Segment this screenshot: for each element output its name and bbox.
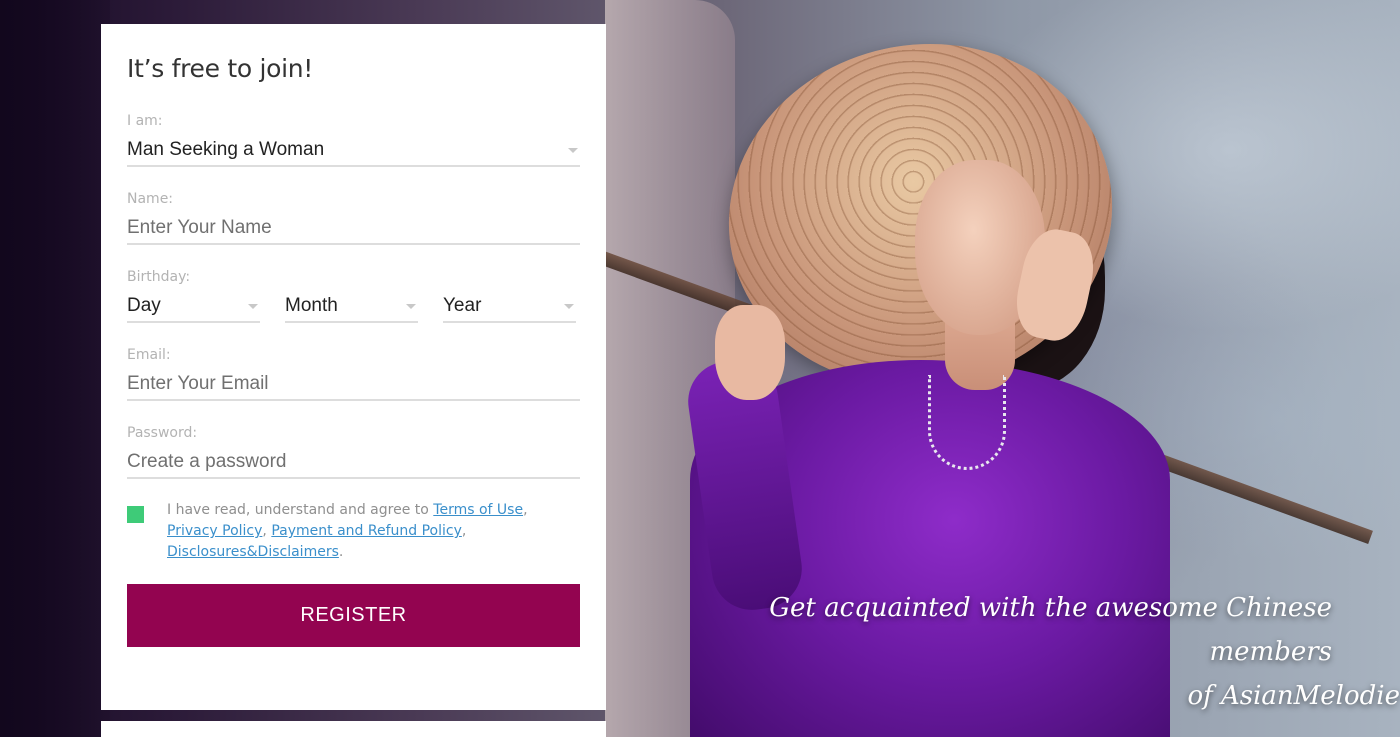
month-select[interactable]: Month <box>285 291 418 323</box>
privacy-policy-link[interactable]: Privacy Policy <box>167 523 262 539</box>
email-label: Email: <box>127 347 171 363</box>
name-label: Name: <box>127 191 174 207</box>
birthday-label: Birthday: <box>127 269 191 285</box>
password-field: Password: <box>127 425 580 479</box>
terms-row: I have read, understand and agree to Ter… <box>127 500 580 563</box>
birthday-field: Birthday: Day Month Year <box>127 269 580 323</box>
year-select-value: Year <box>443 295 482 316</box>
name-field: Name: <box>127 191 580 245</box>
register-button[interactable]: REGISTER <box>127 584 580 647</box>
month-select-value: Month <box>285 295 338 316</box>
password-input[interactable] <box>127 451 580 473</box>
email-input-wrapper <box>127 369 580 401</box>
model-hand-left <box>715 305 785 400</box>
tagline-line-2: of AsianMelodie <box>1187 681 1400 711</box>
name-input-wrapper <box>127 213 580 245</box>
terms-checkbox[interactable] <box>127 506 144 523</box>
iam-select-value: Man Seeking a Woman <box>127 139 325 160</box>
day-select[interactable]: Day <box>127 291 260 323</box>
terms-text: I have read, understand and agree to Ter… <box>167 502 528 560</box>
hero-tagline: Get acquainted with the awesome Chinese … <box>680 586 1400 718</box>
necklace <box>928 375 1006 470</box>
email-input[interactable] <box>127 373 580 395</box>
email-field: Email: <box>127 347 580 401</box>
chevron-down-icon <box>568 148 578 153</box>
iam-field: I am: Man Seeking a Woman <box>127 113 580 167</box>
disclosures-link[interactable]: Disclosures&Disclaimers <box>167 544 339 560</box>
terms-prefix: I have read, understand and agree to <box>167 502 434 518</box>
chevron-down-icon <box>248 304 258 309</box>
terms-of-use-link[interactable]: Terms of Use <box>433 502 523 518</box>
background-shadow <box>0 0 110 737</box>
chevron-down-icon <box>406 304 416 309</box>
day-select-value: Day <box>127 295 161 316</box>
form-title: It’s free to join! <box>127 54 314 83</box>
year-select[interactable]: Year <box>443 291 576 323</box>
birthday-selects: Day Month Year <box>127 291 580 323</box>
iam-label: I am: <box>127 113 163 129</box>
registration-card: It’s free to join! I am: Man Seeking a W… <box>101 24 606 710</box>
name-input[interactable] <box>127 217 580 239</box>
iam-select[interactable]: Man Seeking a Woman <box>127 135 580 167</box>
tagline-line-1: Get acquainted with the awesome Chinese … <box>769 593 1332 667</box>
card-footer <box>101 721 606 737</box>
password-input-wrapper <box>127 447 580 479</box>
refund-policy-link[interactable]: Payment and Refund Policy <box>271 523 462 539</box>
chevron-down-icon <box>564 304 574 309</box>
password-label: Password: <box>127 425 198 441</box>
